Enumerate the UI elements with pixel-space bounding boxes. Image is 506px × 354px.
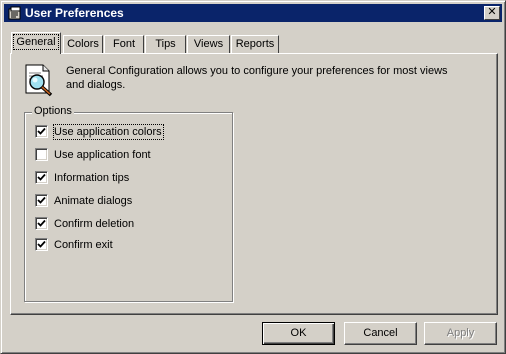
checkbox-box[interactable] [35,217,48,230]
tab-label: Views [193,38,224,50]
title-bar[interactable]: User Preferences ✕ [4,4,502,22]
checkmark-icon [37,196,46,204]
checkbox-box[interactable] [35,194,48,207]
close-button[interactable]: ✕ [484,6,500,20]
checkbox-label: Use application font [54,149,151,161]
checkmark-icon [37,127,46,135]
checkbox-box[interactable] [35,148,48,161]
tab-colors[interactable]: Colors [63,35,103,53]
tab-label: Font [112,38,135,50]
tab-tips[interactable]: Tips [145,35,186,53]
tab-views[interactable]: Views [187,35,230,53]
tab-general[interactable]: General [11,32,61,54]
window-title: User Preferences [25,6,124,20]
tab-label: Tips [155,38,176,50]
close-icon: ✕ [487,6,497,18]
checkbox-label: Animate dialogs [54,195,133,207]
checkmark-icon [37,240,46,248]
apply-button[interactable]: Apply [424,322,497,345]
checkbox-label: Confirm deletion [54,218,135,230]
checkbox-label: Information tips [54,172,130,184]
app-icon [8,6,21,20]
checkbox-box[interactable] [35,125,48,138]
general-configuration-description: General Configuration allows you to conf… [66,65,448,91]
checkbox-box[interactable] [35,171,48,184]
checkbox-label: Confirm exit [54,239,113,251]
configuration-magnifier-icon [25,64,53,97]
tab-label: Reports [235,38,275,50]
tab-label: Colors [67,38,99,50]
tab-label: General [13,34,59,50]
preferences-window: User Preferences ✕ General Colors Font T… [0,0,506,354]
options-group-label: Options [32,104,74,118]
checkmark-icon [37,219,46,227]
checkbox-label: Use application colors [53,124,164,140]
checkmark-icon [37,173,46,181]
tab-font[interactable]: Font [104,35,144,53]
checkbox-box[interactable] [35,238,48,251]
tab-reports[interactable]: Reports [231,35,279,53]
ok-button[interactable]: OK [262,322,335,345]
cancel-button[interactable]: Cancel [344,322,417,345]
